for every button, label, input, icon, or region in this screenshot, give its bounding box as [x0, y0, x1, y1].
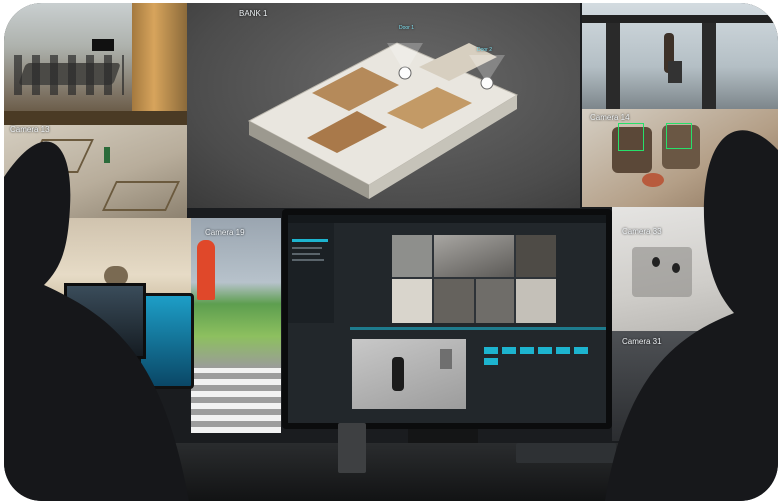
floorplan-label: Door 1: [399, 25, 415, 31]
camera-select-button[interactable]: [538, 347, 552, 354]
camera-select-button[interactable]: [484, 347, 498, 354]
vms-app-window: [288, 215, 606, 423]
camera-grid: [392, 235, 556, 323]
camera-select-button[interactable]: [556, 347, 570, 354]
playback-view: [352, 339, 466, 409]
camera-select-button[interactable]: [502, 347, 516, 354]
monitor: [282, 209, 612, 429]
camera-select-button[interactable]: [520, 347, 534, 354]
conference-room-feed: [4, 3, 187, 111]
floorplan-label: Door 2: [477, 47, 493, 53]
operator-left-silhouette: [4, 141, 189, 501]
operator-right-silhouette: [605, 130, 778, 501]
floorplan-3d: [247, 42, 519, 199]
app-sidebar: [288, 223, 334, 323]
cup: [338, 423, 366, 473]
video-wall-scene: Camera 13 BANK 1 Door 1 Door 2 Camera 14…: [4, 3, 778, 501]
entrance-feed: [582, 3, 778, 109]
status-strip: [350, 327, 606, 330]
bank-floorplan-feed: BANK 1 Door 1 Door 2: [187, 3, 580, 208]
camera-select-button[interactable]: [484, 358, 498, 365]
app-toolbar: [288, 215, 606, 223]
